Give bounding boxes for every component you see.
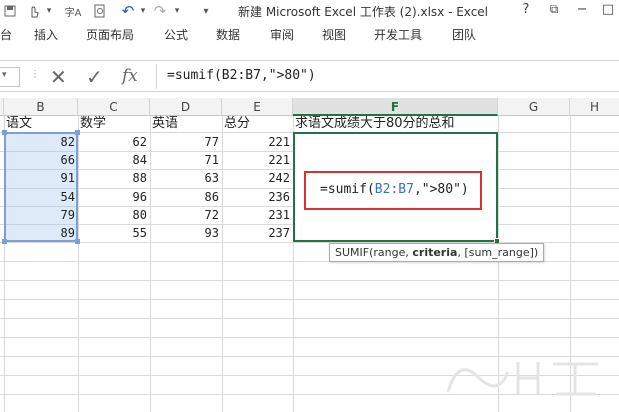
formula-bar-grip[interactable]: ⋮ — [30, 69, 40, 85]
function-argument-tooltip[interactable]: SUMIF(range, criteria, [sum_range]) — [329, 243, 545, 262]
touch-mode-icon[interactable] — [26, 2, 42, 20]
insert-function-icon[interactable]: fx — [122, 66, 138, 86]
maximize-button[interactable]: □ — [600, 2, 616, 20]
cell-c1[interactable]: 数学 — [78, 114, 150, 133]
active-cell-f2[interactable]: =sumif(B2:B7,">80") — [293, 132, 498, 242]
cell-d3[interactable]: 71 — [150, 151, 222, 170]
ribbon-tabs: 台 插入 页面布局 公式 数据 审阅 视图 开发工具 团队 — [0, 22, 619, 46]
formula-highlight-box: =sumif(B2:B7,">80") — [304, 171, 482, 210]
ribbon-display-options-icon[interactable]: ⧉ — [546, 2, 562, 20]
tab-team[interactable]: 团队 — [452, 26, 476, 43]
cell-b2[interactable]: 82 — [4, 133, 78, 152]
cell-d7[interactable]: 93 — [150, 224, 222, 243]
tooltip-function-name[interactable]: SUMIF( — [335, 246, 373, 259]
tooltip-arg-range[interactable]: range, — [373, 246, 412, 259]
cell-b5[interactable]: 54 — [4, 188, 78, 207]
title-bar: ▾ 字A ↶ ▾ ↷ ▾ ▾ 新建 Microsoft Excel 工作表 (2… — [0, 0, 619, 22]
cell-c7[interactable]: 55 — [78, 224, 150, 243]
cell-f1[interactable]: 求语文成绩大于80分的总和 — [293, 114, 498, 133]
cell-c5[interactable]: 96 — [78, 188, 150, 207]
worksheet-grid[interactable]: 语文 数学 英语 总分 求语文成绩大于80分的总和 82 62 77 221 6… — [0, 116, 619, 412]
tab-review[interactable]: 审阅 — [270, 26, 294, 43]
column-header-g[interactable]: G — [498, 98, 570, 116]
customize-qat-icon[interactable]: ▾ — [200, 2, 212, 20]
cell-formula-text: =sumif(B2:B7,">80") — [320, 182, 469, 197]
cell-c6[interactable]: 80 — [78, 206, 150, 225]
formula-bar: ▾ ⋮ ✕ ✓ fx =sumif(B2:B7,">80") — [0, 60, 619, 92]
tooltip-arg-criteria[interactable]: criteria — [412, 246, 457, 259]
cell-b3[interactable]: 66 — [4, 151, 78, 170]
redo-icon[interactable]: ↷ — [152, 2, 168, 20]
window-title: 新建 Microsoft Excel 工作表 (2).xlsx - Excel — [238, 5, 489, 19]
tab-page-layout[interactable]: 页面布局 — [86, 26, 134, 43]
tab-formulas[interactable]: 公式 — [164, 26, 188, 43]
cell-d5[interactable]: 86 — [150, 188, 222, 207]
undo-dropdown-icon[interactable]: ▾ — [138, 2, 148, 20]
cell-d4[interactable]: 63 — [150, 169, 222, 188]
watermark-logo-icon — [446, 362, 598, 396]
undo-icon[interactable]: ↶ — [120, 2, 136, 20]
touch-mode-dropdown-icon[interactable]: ▾ — [44, 2, 54, 20]
cell-b4[interactable]: 91 — [4, 169, 78, 188]
cancel-icon[interactable]: ✕ — [50, 65, 67, 89]
cell-b6[interactable]: 79 — [4, 206, 78, 225]
enter-icon[interactable]: ✓ — [86, 65, 103, 89]
cell-e6[interactable]: 231 — [222, 206, 293, 225]
formula-text: =sumif(B2:B7,">80") — [167, 68, 316, 83]
cell-d2[interactable]: 77 — [150, 133, 222, 152]
cell-c3[interactable]: 84 — [78, 151, 150, 170]
name-box[interactable]: ▾ — [0, 67, 20, 87]
cell-e4[interactable]: 242 — [222, 169, 293, 188]
cell-c2[interactable]: 62 — [78, 133, 150, 152]
save-icon[interactable] — [2, 2, 18, 20]
cell-e2[interactable]: 221 — [222, 133, 293, 152]
spelling-icon[interactable]: 字A — [62, 2, 84, 20]
formula-input[interactable]: =sumif(B2:B7,">80") — [156, 64, 619, 89]
name-box-dropdown-icon[interactable]: ▾ — [2, 70, 7, 80]
tooltip-arg-sum-range[interactable]: , [sum_range]) — [457, 246, 538, 259]
cell-e3[interactable]: 221 — [222, 151, 293, 170]
redo-dropdown-icon[interactable]: ▾ — [172, 2, 182, 20]
formula-range-reference: B2:B7 — [374, 182, 414, 197]
cell-b1[interactable]: 语文 — [4, 114, 78, 133]
print-preview-icon[interactable] — [92, 2, 108, 20]
help-button[interactable]: ? — [518, 2, 534, 20]
minimize-button[interactable]: − — [574, 2, 590, 20]
tab-view[interactable]: 视图 — [322, 26, 346, 43]
tab-developer[interactable]: 开发工具 — [374, 26, 422, 43]
cell-b7[interactable]: 89 — [4, 224, 78, 243]
cell-d6[interactable]: 72 — [150, 206, 222, 225]
cell-e7[interactable]: 237 — [222, 224, 293, 243]
cell-e5[interactable]: 236 — [222, 188, 293, 207]
cell-c4[interactable]: 88 — [78, 169, 150, 188]
column-header-h[interactable]: H — [570, 98, 619, 116]
tab-data[interactable]: 数据 — [216, 26, 240, 43]
tab-home[interactable]: 台 — [0, 26, 12, 43]
cell-e1[interactable]: 总分 — [222, 114, 293, 133]
tab-insert[interactable]: 插入 — [34, 26, 58, 43]
cell-d1[interactable]: 英语 — [150, 114, 222, 133]
